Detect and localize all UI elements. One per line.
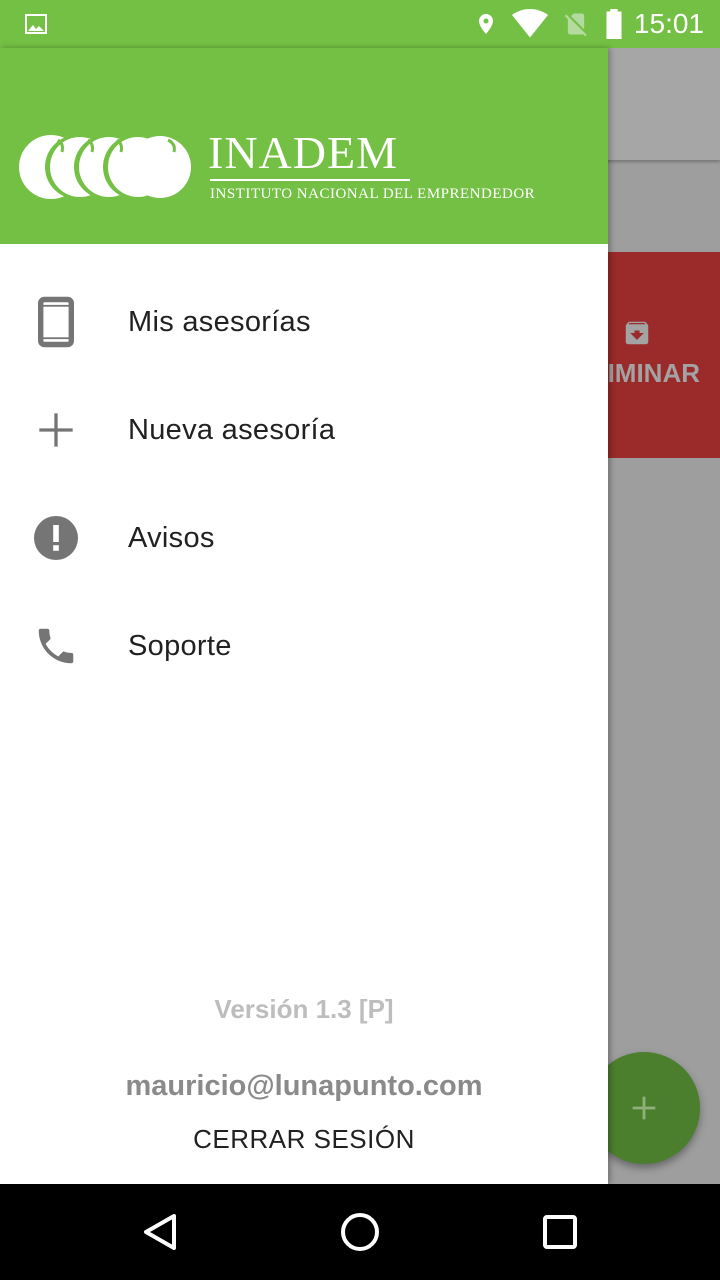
system-nav-bar bbox=[0, 1184, 720, 1280]
phone-call-icon bbox=[28, 618, 84, 674]
home-icon[interactable] bbox=[336, 1208, 384, 1256]
menu-item-nueva-asesoria[interactable]: Nueva asesoría bbox=[0, 376, 608, 484]
logo-subtitle: INSTITUTO NACIONAL DEL EMPRENDEDOR bbox=[210, 186, 536, 202]
menu-item-label: Mis asesorías bbox=[128, 305, 311, 338]
plus-icon bbox=[632, 1096, 656, 1120]
alert-circle-icon bbox=[28, 510, 84, 566]
user-email: mauricio@lunapunto.com bbox=[125, 1070, 483, 1102]
menu-item-label: Nueva asesoría bbox=[128, 413, 336, 446]
wifi-icon bbox=[512, 9, 548, 38]
menu-item-label: Soporte bbox=[128, 629, 232, 662]
drawer-header: INADEM INSTITUTO NACIONAL DEL EMPRENDEDO… bbox=[0, 48, 608, 244]
status-time: 15:01 bbox=[633, 8, 704, 39]
logo-divider bbox=[210, 179, 410, 181]
menu-item-mis-asesorias[interactable]: Mis asesorías bbox=[0, 268, 608, 376]
navigation-drawer: INADEM INSTITUTO NACIONAL DEL EMPRENDEDO… bbox=[0, 48, 608, 1184]
gallery-icon bbox=[25, 14, 47, 34]
logout-button[interactable]: CERRAR SESIÓN bbox=[0, 1124, 608, 1155]
menu-item-avisos[interactable]: Avisos bbox=[0, 484, 608, 592]
drawer-menu: Mis asesorías Nueva asesoría Avisos Sopo… bbox=[0, 268, 608, 700]
back-icon[interactable] bbox=[136, 1208, 184, 1256]
inadem-logo-icon bbox=[19, 135, 194, 199]
menu-item-label: Avisos bbox=[128, 521, 215, 554]
plus-icon bbox=[28, 402, 84, 458]
recents-icon[interactable] bbox=[536, 1208, 584, 1256]
status-bar: 15:01 bbox=[0, 0, 720, 48]
app-version: Versión 1.3 [P] bbox=[214, 994, 394, 1024]
menu-item-soporte[interactable]: Soporte bbox=[0, 592, 608, 700]
battery-icon bbox=[606, 9, 622, 39]
no-sim-icon bbox=[564, 13, 587, 37]
archive-icon bbox=[625, 321, 649, 345]
phone-device-icon bbox=[28, 294, 84, 350]
location-icon bbox=[479, 14, 493, 34]
logo-name: INADEM bbox=[208, 127, 398, 178]
